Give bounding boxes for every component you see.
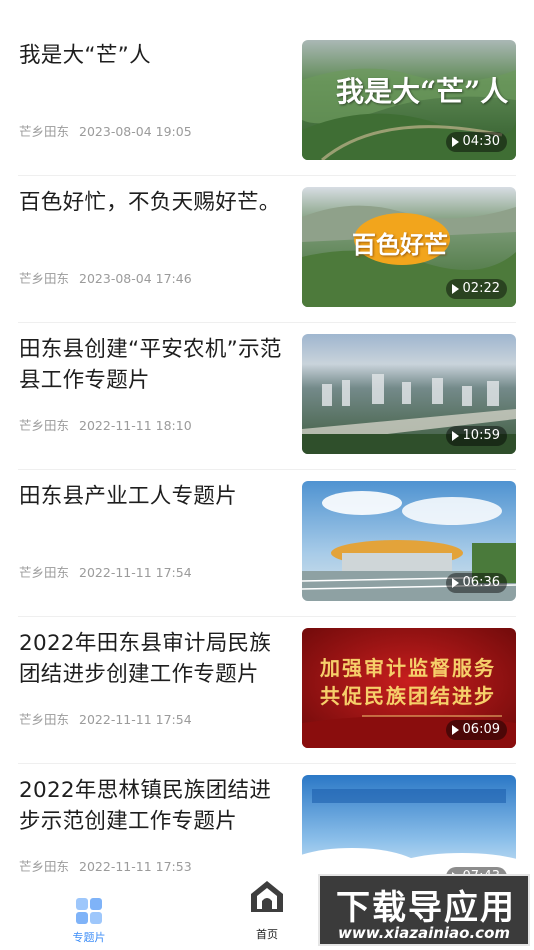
video-thumbnail[interactable]: 10:59 — [302, 334, 516, 454]
item-source: 芒乡田东 — [19, 859, 70, 874]
duration-badge: 04:30 — [445, 132, 507, 152]
item-meta: 芒乡田东 2022-11-11 17:54 — [19, 562, 192, 581]
play-icon — [451, 725, 459, 735]
item-source: 芒乡田东 — [19, 418, 70, 433]
watermark-title: 下载导应用 — [336, 888, 516, 928]
list-item[interactable]: 田东县创建“平安农机”示范县工作专题片 芒乡田东 2022-11-11 18:10 — [0, 322, 534, 470]
play-icon — [451, 578, 459, 588]
duration-badge: 10:59 — [445, 426, 507, 446]
tab-home-label: 首页 — [256, 928, 278, 941]
thumbnail-caption: 百色好芒 — [352, 230, 448, 259]
item-title: 我是大“芒”人 — [19, 43, 151, 68]
thumbnail-caption-line2: 共促民族团结进步 — [320, 684, 496, 708]
site-watermark: 下载导应用 www.xiazainiao.com — [318, 874, 530, 946]
item-date: 2022-11-11 18:10 — [79, 418, 192, 433]
item-title: 田东县创建“平安农机”示范县工作专题片 — [19, 337, 282, 393]
feature-videos-icon — [76, 898, 102, 924]
tab-feature-videos[interactable]: 专题片 — [29, 884, 149, 950]
item-source: 芒乡田东 — [19, 712, 70, 727]
list-item[interactable]: 我是大“芒”人 芒乡田东 2023-08-04 19:05 我是大“芒”人 04… — [0, 28, 534, 176]
thumbnail-caption: 我是大“芒”人 — [336, 75, 509, 108]
item-date: 2023-08-04 17:46 — [79, 271, 192, 286]
item-date: 2022-11-11 17:54 — [79, 712, 192, 727]
duration-badge: 06:09 — [445, 720, 507, 740]
item-source: 芒乡田东 — [19, 565, 70, 580]
duration-text: 02:22 — [462, 281, 500, 296]
duration-text: 06:36 — [462, 575, 500, 590]
home-icon — [246, 875, 288, 917]
item-meta: 芒乡田东 2023-08-04 17:46 — [19, 268, 192, 287]
play-icon — [451, 431, 459, 441]
item-meta: 芒乡田东 2022-11-11 17:54 — [19, 709, 192, 728]
thumbnail-caption-line1: 加强审计监督服务 — [320, 656, 496, 680]
item-date: 2023-08-04 19:05 — [79, 124, 192, 139]
tab-feature-videos-label: 专题片 — [72, 931, 106, 944]
play-icon — [451, 137, 459, 147]
video-thumbnail[interactable]: 加强审计监督服务 共促民族团结进步 06:09 — [302, 628, 516, 748]
list-item[interactable]: 田东县产业工人专题片 芒乡田东 2022-11-11 17:54 06:36 — [0, 469, 534, 617]
item-title: 田东县产业工人专题片 — [19, 484, 238, 509]
item-source: 芒乡田东 — [19, 124, 70, 139]
duration-badge: 02:22 — [445, 279, 507, 299]
item-title: 2022年思林镇民族团结进步示范创建工作专题片 — [19, 778, 272, 834]
item-title: 2022年田东县审计局民族团结进步创建工作专题片 — [19, 631, 272, 687]
duration-text: 10:59 — [462, 428, 500, 443]
play-icon — [451, 284, 459, 294]
list-item[interactable]: 2022年田东县审计局民族团结进步创建工作专题片 芒乡田东 2022-11-11 … — [0, 616, 534, 764]
item-meta: 芒乡田东 2022-11-11 17:53 — [19, 856, 192, 875]
item-title: 百色好忙，不负天赐好芒。 — [19, 190, 281, 215]
list-item[interactable]: 百色好忙，不负天赐好芒。 芒乡田东 2023-08-04 17:46 百色好芒 — [0, 175, 534, 323]
item-date: 2022-11-11 17:53 — [79, 859, 192, 874]
watermark-url: www.xiazainiao.com — [337, 924, 511, 942]
video-thumbnail[interactable]: 06:36 — [302, 481, 516, 601]
item-date: 2022-11-11 17:54 — [79, 565, 192, 580]
item-meta: 芒乡田东 2023-08-04 19:05 — [19, 121, 192, 140]
duration-badge: 06:36 — [445, 573, 507, 593]
tab-home[interactable]: 首页 — [207, 875, 327, 950]
duration-text: 04:30 — [462, 134, 500, 149]
item-source: 芒乡田东 — [19, 271, 70, 286]
duration-text: 06:09 — [462, 722, 500, 737]
item-meta: 芒乡田东 2022-11-11 18:10 — [19, 415, 192, 434]
video-thumbnail[interactable]: 我是大“芒”人 04:30 — [302, 40, 516, 160]
video-thumbnail[interactable]: 百色好芒 02:22 — [302, 187, 516, 307]
